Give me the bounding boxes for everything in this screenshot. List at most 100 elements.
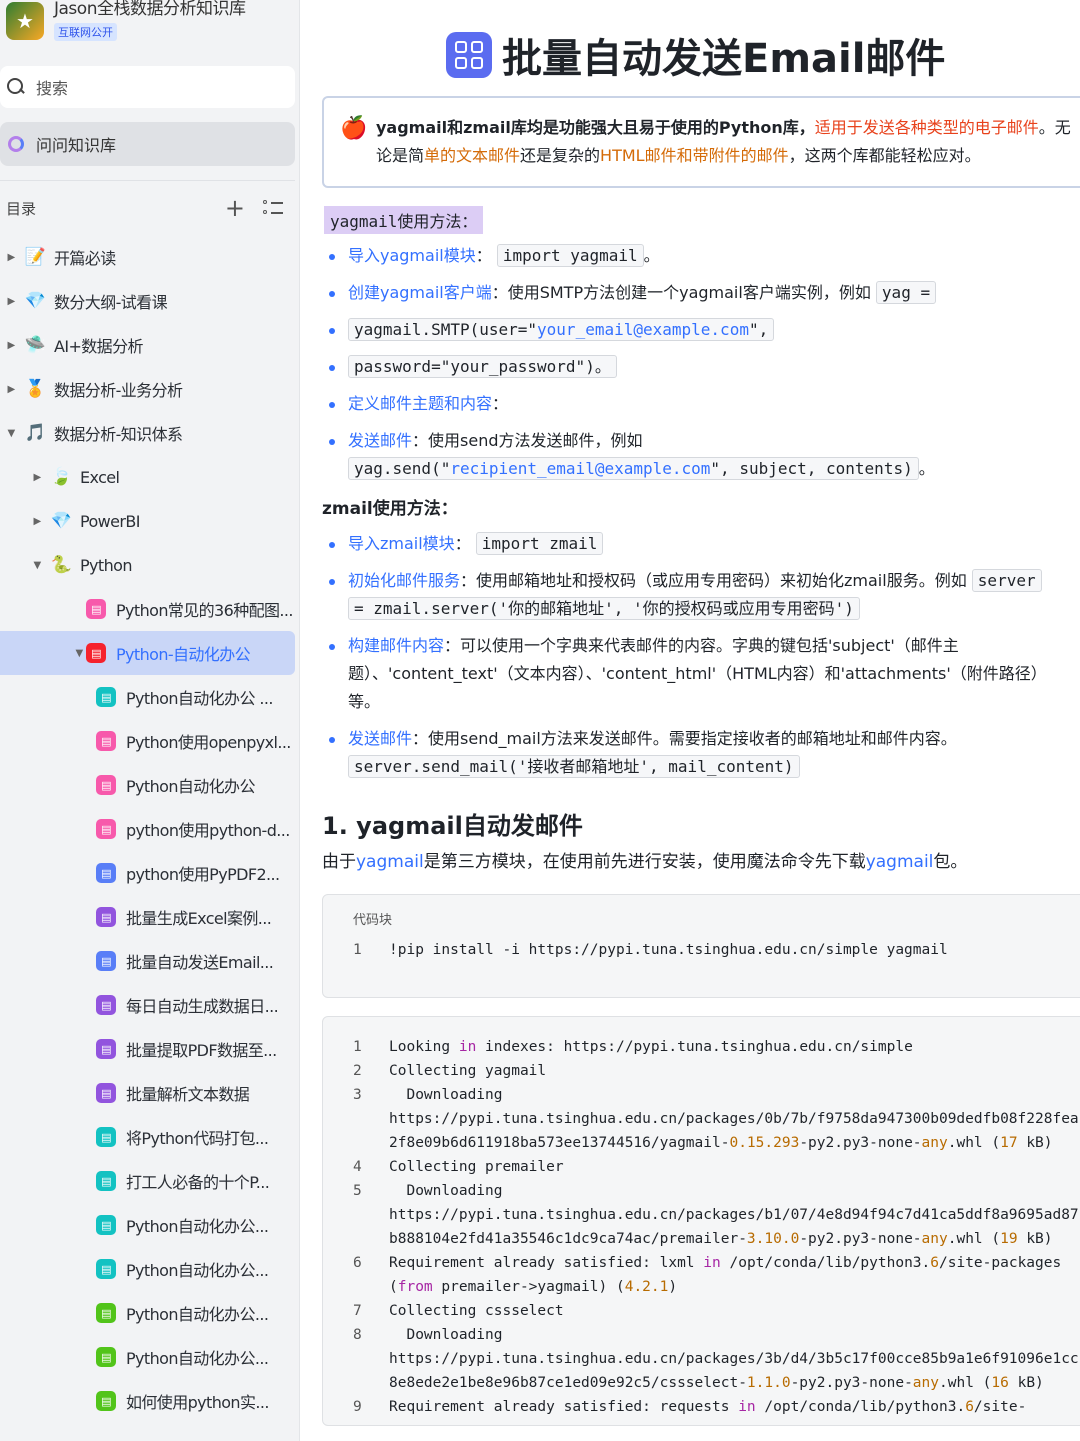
doc-icon: ▤ <box>96 687 116 707</box>
item-emoji-icon: 📝 <box>24 247 46 267</box>
list-item: 发送邮件：使用send_mail方法来发送邮件。需要指定接收者的邮箱地址和邮件内… <box>324 725 1080 781</box>
item-emoji-icon: 🛸 <box>24 335 46 355</box>
item-emoji-icon: 💎 <box>50 511 72 531</box>
sidebar-item[interactable]: ▼ ▤ Python-自动化办公 <box>0 631 295 675</box>
kb-title[interactable]: Jason全栈数据分析知识库 <box>54 0 246 19</box>
sidebar-item[interactable]: ▶ 🛸 AI+数据分析 <box>0 323 299 367</box>
sidebar-item[interactable]: ▤ Python自动化办公 <box>0 763 299 807</box>
sidebar-item[interactable]: ▤ 将Python代码打包... <box>0 1115 299 1159</box>
public-badge: 互联网公开 <box>54 23 117 41</box>
ask-kb-button[interactable]: 问问知识库 <box>0 122 295 166</box>
code-block-install[interactable]: 代码块 1 !pip install -i https://pypi.tuna.t… <box>322 894 1080 998</box>
caret-icon[interactable]: ▶ <box>4 340 18 351</box>
callout-text: yagmail和zmail库均是功能强大且易于使用的Python库，适用于发送各… <box>376 118 1071 165</box>
zmail-list: 导入zmail模块： import zmail 初始化邮件服务：使用邮箱地址和授… <box>324 530 1080 781</box>
caret-icon[interactable]: ▶ <box>30 516 44 527</box>
sidebar-item-label: python使用PyPDF2... <box>126 865 280 884</box>
item-emoji-icon: 🐍 <box>50 555 72 575</box>
sidebar-item[interactable]: ▤ python使用python-d... <box>0 807 299 851</box>
sidebar: ★ Jason全栈数据分析知识库 互联网公开 搜索 问问知识库 目录 + ▶ 📝 开… <box>0 0 300 1441</box>
sidebar-item-label: Python自动化办公 <box>126 777 255 796</box>
list-item: 导入yagmail模块： import yagmail。 <box>324 242 1080 270</box>
sidebar-item-label: 批量生成Excel案例... <box>126 909 272 928</box>
sidebar-item[interactable]: ▤ python使用PyPDF2... <box>0 851 299 895</box>
sidebar-item[interactable]: ▶ 🏅 数据分析-业务分析 <box>0 367 299 411</box>
item-emoji-icon: 🎵 <box>24 423 46 443</box>
caret-icon[interactable]: ▼ <box>30 560 44 571</box>
sidebar-item[interactable]: ▶ 💎 PowerBI <box>0 499 299 543</box>
doc-icon: ▤ <box>96 1127 116 1147</box>
sidebar-item-label: Python自动化办公... <box>126 1261 269 1280</box>
caret-icon[interactable]: ▶ <box>4 296 18 307</box>
sidebar-item-label: 数分大纲-试看课 <box>54 293 168 312</box>
sidebar-item-label: Python-自动化办公 <box>116 645 251 664</box>
sidebar-item-label: Python自动化办公 ... <box>126 689 273 708</box>
ask-kb-label: 问问知识库 <box>36 136 117 155</box>
sidebar-item-label: 批量解析文本数据 <box>126 1085 250 1104</box>
sidebar-item[interactable]: ▼ 🎵 数据分析-知识体系 <box>0 411 299 455</box>
caret-icon[interactable]: ▼ <box>4 428 18 439</box>
kb-header: ★ Jason全栈数据分析知识库 互联网公开 <box>0 0 299 52</box>
doc-icon: ▤ <box>96 1391 116 1411</box>
section-heading: 1. yagmail自动发邮件 <box>322 812 583 840</box>
sidebar-item[interactable]: ▶ 💎 数分大纲-试看课 <box>0 279 299 323</box>
kb-logo[interactable]: ★ <box>6 2 44 40</box>
sidebar-item[interactable]: ▤ Python常见的36种配图... <box>0 587 299 631</box>
list-item: 构建邮件内容：可以使用一个字典来代表邮件的内容。字典的键包括'subject'（… <box>324 632 1080 716</box>
sidebar-item[interactable]: ▤ Python自动化办公 ... <box>0 675 299 719</box>
sidebar-item[interactable]: ▶ 🍃 Excel <box>0 455 299 499</box>
search-input[interactable]: 搜索 <box>0 66 295 108</box>
sidebar-item[interactable]: ▼ 🐍 Python <box>0 543 299 587</box>
sidebar-item[interactable]: ▤ 批量生成Excel案例... <box>0 895 299 939</box>
list-item: password="your_password")。 <box>324 353 1080 381</box>
sidebar-item-label: Python自动化办公... <box>126 1305 269 1324</box>
caret-icon[interactable]: ▶ <box>30 472 44 483</box>
list-item: 初始化邮件服务：使用邮箱地址和授权码（或应用专用密码）来初始化zmail服务。例… <box>324 567 1080 623</box>
yagmail-list: 导入yagmail模块： import yagmail。 创建yagmail客户… <box>324 242 1080 483</box>
caret-icon[interactable]: ▶ <box>4 252 18 263</box>
doc-title-row: 批量自动发送Email邮件 <box>446 26 945 84</box>
sidebar-item[interactable]: ▤ 批量提取PDF数据至... <box>0 1027 299 1071</box>
sidebar-item[interactable]: ▤ Python自动化办公... <box>0 1247 299 1291</box>
sidebar-item[interactable]: ▤ Python自动化办公... <box>0 1203 299 1247</box>
sidebar-item-label: 数据分析-知识体系 <box>54 425 183 444</box>
sidebar-item[interactable]: ▤ 每日自动生成数据日... <box>0 983 299 1027</box>
yagmail-section-label: yagmail使用方法： <box>324 206 484 234</box>
code-line: !pip install -i https://pypi.tuna.tsingh… <box>389 942 948 958</box>
callout: 🍎 yagmail和zmail库均是功能强大且易于使用的Python库，适用于发… <box>322 96 1080 188</box>
sidebar-item-label: 数据分析-业务分析 <box>54 381 183 400</box>
sidebar-item-label: PowerBI <box>80 511 140 531</box>
document: 批量自动发送Email邮件 🍎 yagmail和zmail库均是功能强大且易于使… <box>304 0 1080 1441</box>
sidebar-item[interactable]: ▤ 如何使用python实... <box>0 1379 299 1423</box>
sidebar-item[interactable]: ▶ 📝 开篇必读 <box>0 235 299 279</box>
doc-icon: ▤ <box>96 1083 116 1103</box>
caret-icon[interactable]: ▼ <box>72 648 86 659</box>
toc-tree: ▶ 📝 开篇必读 ▶ 💎 数分大纲-试看课 ▶ 🛸 AI+数据分析 ▶ 🏅 数据分析-业务分析 ▼ 🎵 数据… <box>0 235 299 1423</box>
code-block-label: 代码块 <box>353 913 393 928</box>
code-block-output[interactable]: 1 Looking in indexes: https://pypi.tuna.t… <box>322 1016 1080 1426</box>
sidebar-item[interactable]: ▤ Python自动化办公... <box>0 1335 299 1379</box>
doc-icon: ▤ <box>96 731 116 751</box>
sidebar-item[interactable]: ▤ 批量自动发送Email... <box>0 939 299 983</box>
list-item: 创建yagmail客户端：使用SMTP方法创建一个yagmail客户端实例，例如… <box>324 279 1080 307</box>
page-title: 批量自动发送Email邮件 <box>502 36 946 82</box>
sidebar-item-label: 打工人必备的十个P... <box>126 1173 270 1192</box>
sidebar-item-label: python使用python-d... <box>126 821 290 840</box>
outline-icon[interactable] <box>263 200 283 216</box>
sidebar-item-label: Python使用openpyxl... <box>126 733 291 752</box>
list-item: yagmail.SMTP(user="your_email@example.co… <box>324 316 1080 344</box>
add-icon[interactable]: + <box>225 196 245 220</box>
intro-paragraph: 由于yagmail是第三方模块，在使用前先进行安装，使用魔法命令先下载yagma… <box>322 852 968 872</box>
sidebar-item[interactable]: ▤ Python使用openpyxl... <box>0 719 299 763</box>
doc-icon: ▤ <box>96 1215 116 1235</box>
sidebar-item-label: Python自动化办公... <box>126 1349 269 1368</box>
sidebar-item[interactable]: ▤ 批量解析文本数据 <box>0 1071 299 1115</box>
sidebar-item[interactable]: ▤ Python自动化办公... <box>0 1291 299 1335</box>
sidebar-item[interactable]: ▤ 打工人必备的十个P... <box>0 1159 299 1203</box>
doc-icon: ▤ <box>96 1303 116 1323</box>
item-emoji-icon: 🏅 <box>24 379 46 399</box>
doc-icon: ▤ <box>96 863 116 883</box>
caret-icon[interactable]: ▶ <box>4 384 18 395</box>
list-item: 发送邮件：使用send方法发送邮件，例如 yag.send("recipient_… <box>324 427 1080 483</box>
list-item: 导入zmail模块： import zmail <box>324 530 1080 558</box>
